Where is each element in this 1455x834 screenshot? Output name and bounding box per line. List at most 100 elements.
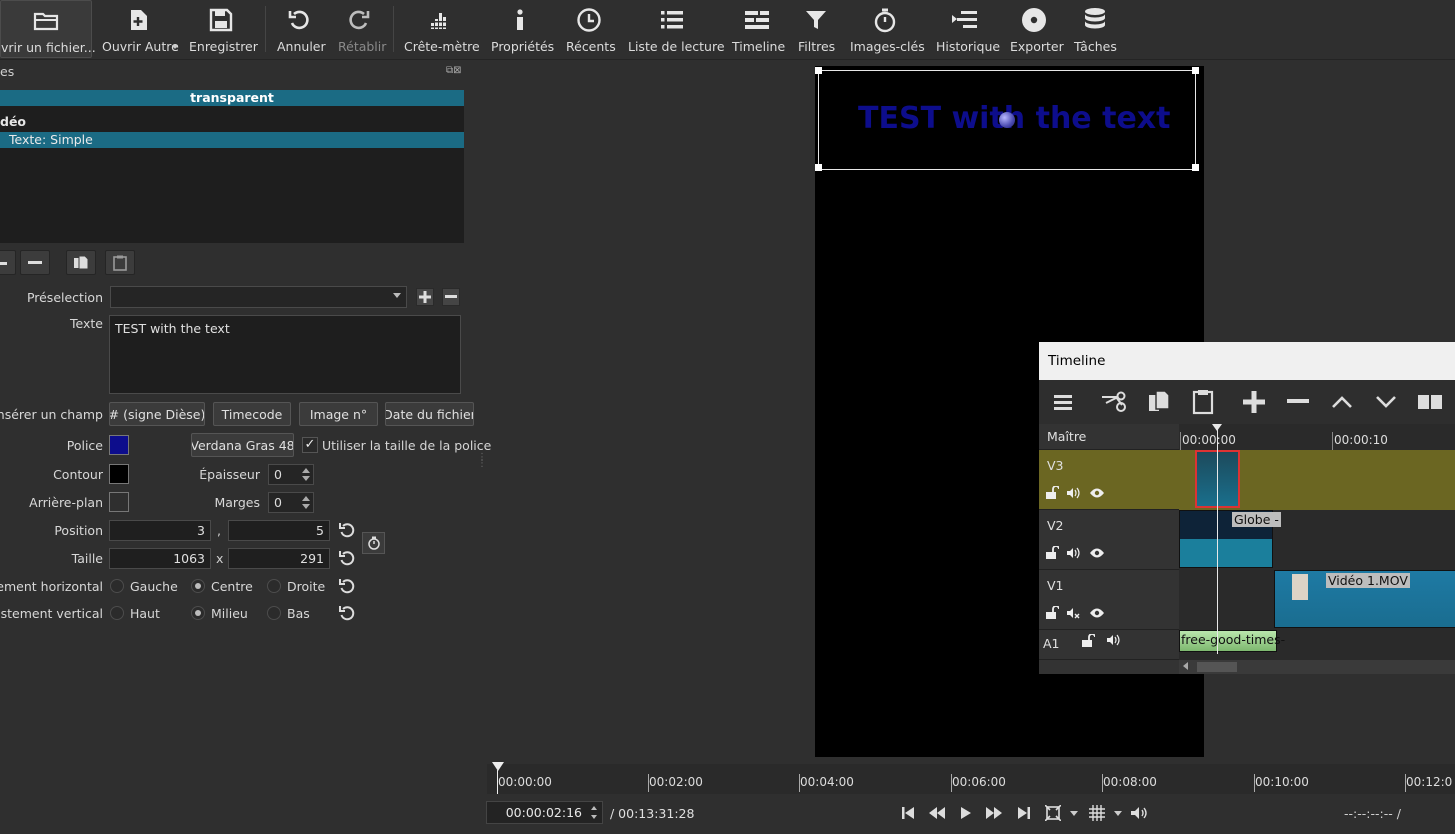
- timeline-lift-button[interactable]: [1328, 388, 1356, 416]
- fast-forward-button[interactable]: [985, 804, 1003, 822]
- add-filter-button[interactable]: [0, 250, 16, 275]
- resize-handle-top-right[interactable]: [1192, 67, 1199, 74]
- filters-button[interactable]: Filtres: [797, 0, 835, 58]
- font-button[interactable]: Verdana Gras 48: [191, 433, 294, 457]
- dock-float-close-icons[interactable]: ⧉⊠: [446, 65, 462, 76]
- background-color-swatch[interactable]: [109, 492, 129, 512]
- remove-preset-button[interactable]: [442, 288, 460, 306]
- timeline-copy-button[interactable]: [1145, 388, 1173, 416]
- lane-v1[interactable]: Vidéo 1.MOV: [1179, 570, 1455, 630]
- save-button[interactable]: Enregistrer: [188, 0, 258, 58]
- speaker-icon[interactable]: [1067, 547, 1081, 562]
- valign-middle-radio[interactable]: [191, 606, 205, 620]
- playlist-button[interactable]: Liste de lecture: [626, 0, 725, 58]
- volume-button[interactable]: [1131, 804, 1149, 822]
- timeline-tracks-area[interactable]: 00:00:00 00:00:10 Globe - Vidéo 1.MOV fr…: [1179, 424, 1455, 674]
- add-preset-button[interactable]: [416, 288, 434, 306]
- player-playhead-line[interactable]: [497, 770, 498, 794]
- chevron-down-icon[interactable]: [1070, 811, 1078, 816]
- preset-combo[interactable]: [110, 286, 407, 308]
- reset-size-icon[interactable]: [338, 549, 356, 567]
- timeline-menu-button[interactable]: [1049, 388, 1077, 416]
- clip-video1[interactable]: Vidéo 1.MOV: [1274, 570, 1455, 628]
- lane-a1[interactable]: free-good-times-: [1179, 630, 1455, 660]
- recent-button[interactable]: Récents: [564, 0, 616, 58]
- track-header-v3[interactable]: V3: [1039, 450, 1179, 510]
- history-button[interactable]: Historique: [934, 0, 1000, 58]
- outline-color-swatch[interactable]: [109, 464, 129, 484]
- jobs-button[interactable]: Tâches: [1072, 0, 1118, 58]
- skip-to-start-button[interactable]: [899, 804, 917, 822]
- font-color-swatch[interactable]: [109, 435, 129, 455]
- playhead-marker-icon[interactable]: [1212, 424, 1222, 431]
- use-font-size-checkbox[interactable]: ✓: [302, 437, 318, 453]
- timeline-remove-button[interactable]: [1284, 388, 1312, 416]
- move-handle-dot[interactable]: [999, 112, 1015, 128]
- lock-icon[interactable]: [1081, 633, 1096, 651]
- timeline-button[interactable]: Timeline: [730, 0, 785, 58]
- insert-frame-number-button[interactable]: Image n°: [299, 402, 378, 426]
- size-width-field[interactable]: 1063: [109, 548, 211, 569]
- halign-center-radio[interactable]: [191, 579, 205, 593]
- halign-right-radio[interactable]: [267, 579, 281, 593]
- open-file-button[interactable]: vrir un fichier...: [0, 0, 96, 58]
- valign-bottom-radio[interactable]: [267, 606, 281, 620]
- margins-spinbox[interactable]: 0: [268, 492, 314, 513]
- player-playhead-icon[interactable]: [492, 762, 504, 771]
- track-header-a1[interactable]: A1: [1039, 630, 1179, 660]
- properties-button[interactable]: Propriétés: [489, 0, 554, 58]
- keyframes-button[interactable]: Images-clés: [848, 0, 925, 58]
- track-header-v1[interactable]: V1: [1039, 570, 1179, 630]
- speaker-muted-icon[interactable]: [1067, 607, 1081, 622]
- zoom-fit-button[interactable]: [1044, 804, 1062, 822]
- skip-to-end-button[interactable]: [1015, 804, 1033, 822]
- eye-icon[interactable]: [1089, 607, 1105, 622]
- text-input[interactable]: TEST with the text: [109, 315, 461, 394]
- lock-icon[interactable]: [1045, 485, 1060, 503]
- chevron-down-icon[interactable]: [1114, 811, 1122, 816]
- timeline-overwrite-button[interactable]: [1372, 388, 1400, 416]
- filter-item-text-simple[interactable]: Texte: Simple: [0, 132, 464, 148]
- resize-handle-bottom-left[interactable]: [815, 164, 822, 171]
- timeline-split-button[interactable]: [1416, 388, 1444, 416]
- reset-halign-icon[interactable]: [338, 577, 356, 595]
- speaker-icon[interactable]: [1067, 487, 1081, 502]
- timeline-title[interactable]: Timeline: [1039, 342, 1455, 380]
- undo-button[interactable]: Annuler: [275, 0, 326, 58]
- insert-file-date-button[interactable]: Date du fichier: [385, 402, 474, 426]
- scrollbar-thumb[interactable]: [1197, 662, 1237, 672]
- timeline-horizontal-scrollbar[interactable]: [1179, 660, 1455, 674]
- timeline-append-button[interactable]: [1240, 388, 1268, 416]
- speaker-icon[interactable]: [1107, 634, 1121, 649]
- position-y-field[interactable]: 5: [228, 520, 330, 541]
- copy-filter-button[interactable]: [66, 250, 96, 275]
- position-x-field[interactable]: 3: [109, 520, 211, 541]
- timeline-playhead[interactable]: [1217, 424, 1218, 654]
- lock-icon[interactable]: [1045, 605, 1060, 623]
- lane-v3[interactable]: [1179, 450, 1455, 510]
- resize-handle-bottom-right[interactable]: [1192, 164, 1199, 171]
- spin-down-icon[interactable]: [300, 474, 312, 483]
- timeline-paste-button[interactable]: [1189, 388, 1217, 416]
- lane-v2[interactable]: Globe -: [1179, 510, 1455, 570]
- remove-filter-button[interactable]: [20, 250, 50, 275]
- redo-button[interactable]: Rétablir: [336, 0, 386, 58]
- reset-position-icon[interactable]: [338, 521, 356, 539]
- rewind-button[interactable]: [928, 804, 946, 822]
- grid-button[interactable]: [1088, 804, 1106, 822]
- eye-icon[interactable]: [1089, 547, 1105, 562]
- current-timecode-field[interactable]: 00:00:02:16: [486, 801, 603, 824]
- size-height-field[interactable]: 291: [228, 548, 330, 569]
- thickness-spinbox[interactable]: 0: [268, 464, 314, 485]
- export-button[interactable]: Exporter: [1008, 0, 1064, 58]
- halign-left-radio[interactable]: [110, 579, 124, 593]
- splitter-handle[interactable]: ⋮ ⋮: [477, 453, 487, 469]
- scroll-left-icon[interactable]: [1183, 662, 1188, 670]
- play-button[interactable]: [957, 804, 975, 822]
- clip-globe[interactable]: Globe -: [1179, 510, 1281, 568]
- timeline-cut-button[interactable]: [1101, 388, 1129, 416]
- insert-hash-button[interactable]: # (signe Dièse): [109, 402, 205, 426]
- resize-handle-top-left[interactable]: [815, 67, 822, 74]
- reset-valign-icon[interactable]: [338, 604, 356, 622]
- player-ruler[interactable]: 00:00:00 00:02:00 00:04:00 00:06:00 00:0…: [487, 762, 1455, 794]
